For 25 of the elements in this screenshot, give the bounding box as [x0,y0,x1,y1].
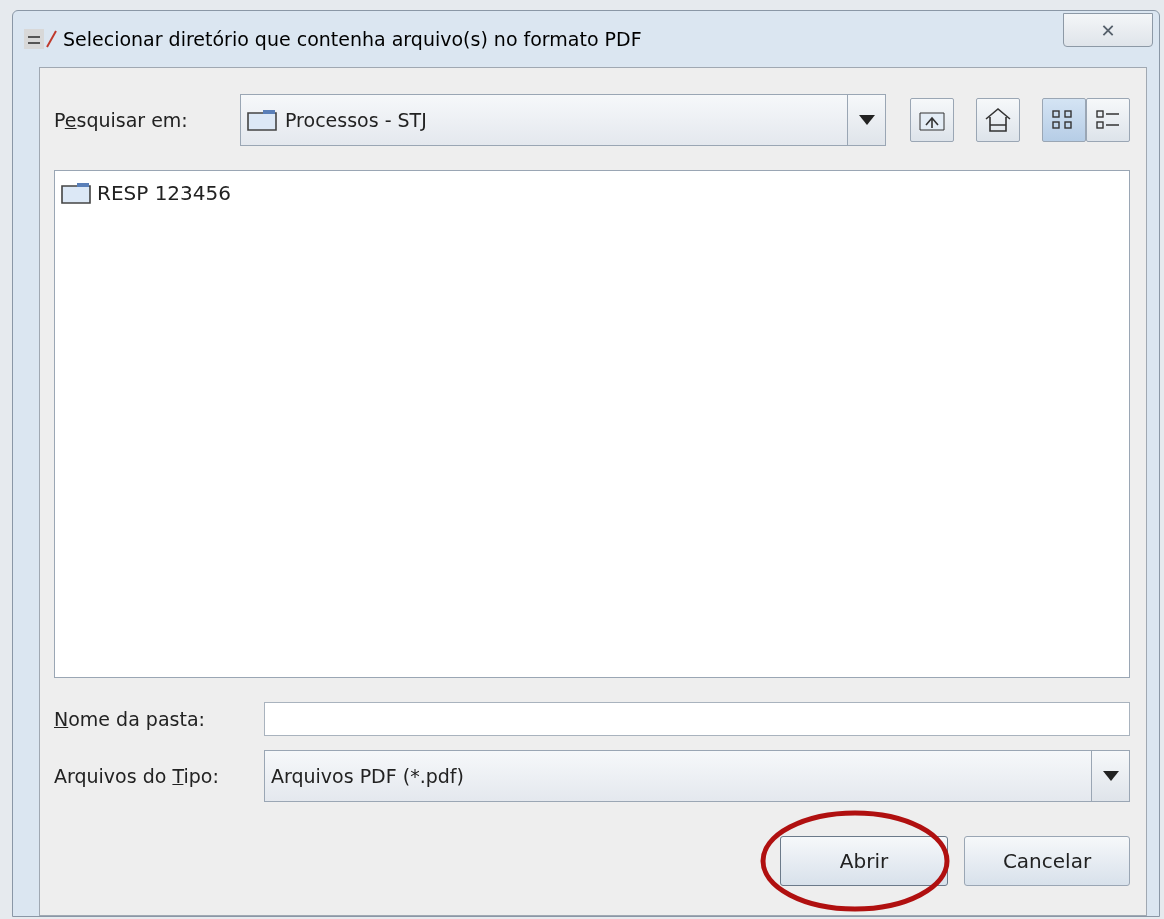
look-in-label: Pesquisar em: [54,109,189,131]
dropdown-value: Processos - STJ [285,109,427,131]
dialog-button[interactable]: Abrir [780,836,948,886]
window-title: Selecionar diretório que contenha arquivo(s) no formato PDF [63,28,643,50]
look-in-dropdown[interactable]: Processos - STJ [240,94,886,146]
folder-icon [61,182,91,204]
folder-name-label: Nome da pasta: [54,708,206,730]
dialog-button[interactable]: Cancelar [964,836,1130,886]
view-button[interactable] [910,98,954,142]
folder-icon [247,109,277,131]
view-button[interactable] [1042,98,1086,142]
app-logo-icon [23,27,57,51]
folder-up-icon [919,109,945,131]
folder-name-field[interactable] [264,702,1130,736]
file-type-dropdown[interactable]: Arquivos PDF (*.pdf) [264,750,1130,802]
view-button[interactable] [976,98,1020,142]
close-button[interactable]: ✕ [1063,13,1153,47]
home-icon [984,107,1012,133]
folder-item[interactable]: RESP 123456 [59,179,233,207]
caret-icon [858,115,875,125]
view-button[interactable] [1086,98,1130,142]
details-view-icon [1095,108,1121,132]
file-type-label: Arquivos do Tipo: [54,765,220,787]
dropdown-value: Arquivos PDF (*.pdf) [271,765,464,787]
caret-icon [1102,771,1119,781]
